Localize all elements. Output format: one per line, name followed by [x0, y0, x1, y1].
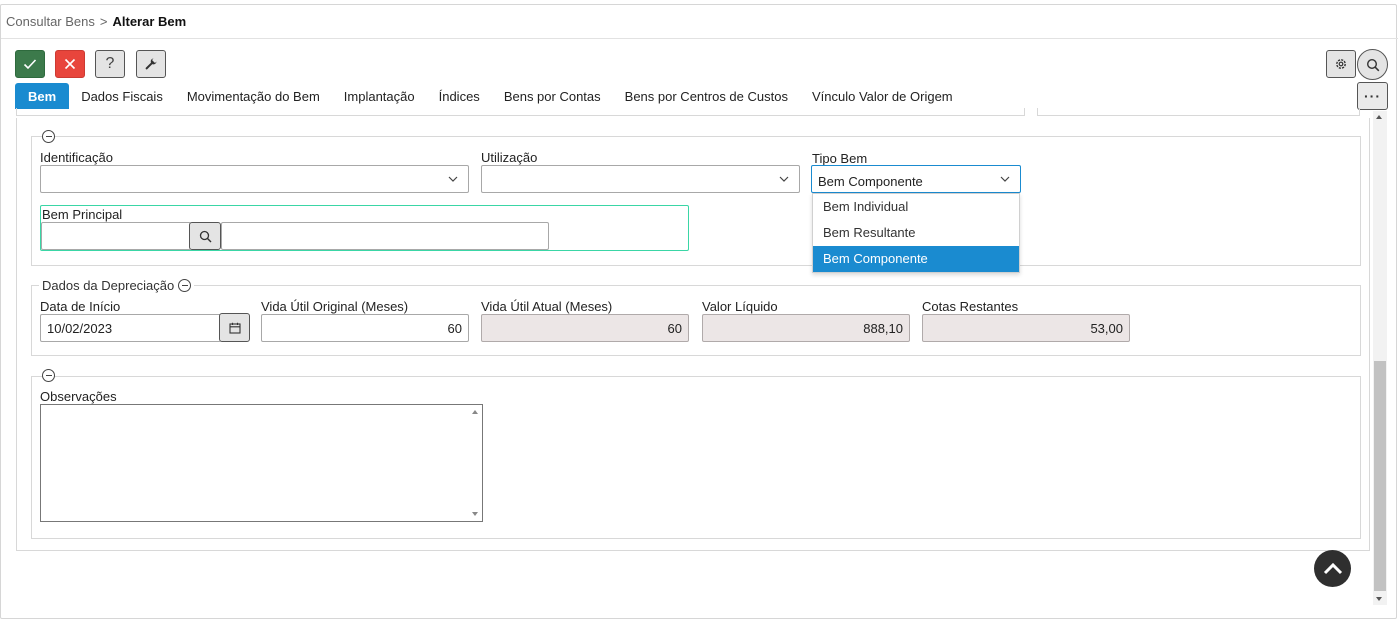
textarea-scrollbar[interactable] [468, 405, 482, 521]
collapse-icon[interactable] [178, 279, 192, 292]
tab-movimentacao-do-bem[interactable]: Movimentação do Bem [175, 83, 332, 109]
chevron-up-icon [1323, 562, 1342, 574]
vida-util-atual-field: 60 [481, 314, 689, 342]
cotas-restantes-value: 53,00 [1090, 321, 1123, 336]
breadcrumb-separator: > [99, 14, 108, 29]
observacoes-label: Observações [40, 389, 117, 404]
tab-bar: Bem Dados Fiscais Movimentação do Bem Im… [15, 83, 965, 109]
tab-bens-por-contas[interactable]: Bens por Contas [492, 83, 613, 109]
tab-bem[interactable]: Bem [15, 83, 70, 109]
scrollbar-thumb[interactable] [1374, 361, 1386, 591]
bem-principal-description-input[interactable] [221, 222, 549, 250]
tipo-bem-option-selected[interactable]: Bem Componente [813, 246, 1019, 272]
previous-section-edge [16, 108, 1025, 116]
more-tabs-button[interactable]: ··· [1357, 82, 1388, 110]
valor-liquido-field: 888,10 [702, 314, 910, 342]
more-label: ··· [1364, 88, 1381, 104]
scroll-up-icon[interactable] [472, 410, 478, 414]
header-divider [1, 38, 1398, 39]
tipo-bem-dropdown: Bem Individual Bem Resultante Bem Compon… [812, 193, 1020, 273]
vida-util-original-label: Vida Útil Original (Meses) [261, 299, 409, 314]
vida-util-atual-label: Vida Útil Atual (Meses) [481, 299, 613, 314]
data-inicio-value: 10/02/2023 [47, 321, 113, 336]
tab-indices[interactable]: Índices [427, 83, 492, 109]
scroll-up-icon[interactable] [1376, 115, 1382, 119]
tab-implantacao[interactable]: Implantação [332, 83, 427, 109]
valor-liquido-value: 888,10 [863, 321, 903, 336]
bem-principal-label: Bem Principal [42, 207, 123, 222]
chevron-down-icon [779, 176, 789, 182]
search-icon [1366, 58, 1379, 71]
page-scrollbar[interactable] [1373, 111, 1387, 605]
tab-bens-por-centros-de-custos[interactable]: Bens por Centros de Custos [613, 83, 800, 109]
tipo-bem-label: Tipo Bem [812, 151, 868, 166]
scroll-down-icon[interactable] [1376, 597, 1382, 601]
breadcrumb: Consultar Bens > Alterar Bem [6, 14, 186, 29]
tipo-bem-option[interactable]: Bem Individual [813, 194, 1019, 220]
breadcrumb-current: Alterar Bem [112, 14, 187, 29]
utilizacao-label: Utilização [481, 150, 538, 165]
help-button[interactable]: ? [95, 50, 125, 78]
gear-icon [1336, 59, 1346, 69]
confirm-button[interactable] [15, 50, 45, 78]
valor-liquido-label: Valor Líquido [702, 299, 778, 314]
tools-button[interactable] [136, 50, 166, 78]
collapse-icon[interactable] [42, 130, 55, 143]
help-label: ? [105, 55, 115, 72]
data-inicio-label: Data de Início [40, 299, 121, 314]
breadcrumb-parent[interactable]: Consultar Bens [6, 14, 95, 29]
depreciacao-legend: Dados da Depreciação [39, 278, 195, 293]
tab-dados-fiscais[interactable]: Dados Fiscais [69, 83, 175, 109]
collapse-icon[interactable] [42, 369, 55, 382]
vida-util-original-value: 60 [447, 321, 462, 336]
close-icon [64, 58, 76, 70]
vida-util-original-input[interactable]: 60 [261, 314, 469, 342]
calendar-icon [228, 322, 241, 334]
tab-vinculo-valor-de-origem[interactable]: Vínculo Valor de Origem [800, 83, 965, 109]
chevron-down-icon [1000, 176, 1010, 182]
cotas-restantes-field: 53,00 [922, 314, 1130, 342]
scroll-down-icon[interactable] [472, 512, 478, 516]
bem-principal-code-input[interactable] [41, 222, 191, 250]
data-inicio-input[interactable]: 10/02/2023 [40, 314, 221, 342]
identificacao-label: Identificação [40, 150, 113, 165]
global-search-button[interactable] [1357, 49, 1388, 80]
scroll-to-top-button[interactable] [1314, 550, 1351, 587]
cancel-button[interactable] [55, 50, 85, 78]
wrench-icon [145, 58, 157, 70]
check-icon [23, 59, 37, 70]
cotas-restantes-label: Cotas Restantes [922, 299, 1019, 314]
observacoes-textarea[interactable] [40, 404, 483, 522]
tipo-bem-select[interactable]: Bem Componente [811, 165, 1021, 193]
previous-section-edge-right [1037, 108, 1360, 116]
depreciacao-title: Dados da Depreciação [42, 278, 175, 293]
date-picker-button[interactable] [219, 313, 250, 342]
tipo-bem-option[interactable]: Bem Resultante [813, 220, 1019, 246]
settings-button[interactable] [1326, 50, 1356, 78]
identificacao-select[interactable] [40, 165, 469, 193]
vida-util-atual-value: 60 [667, 321, 682, 336]
chevron-down-icon [448, 176, 458, 182]
utilizacao-select[interactable] [481, 165, 800, 193]
tipo-bem-value: Bem Componente [818, 174, 923, 189]
bem-principal-search-button[interactable] [189, 222, 221, 250]
search-icon [199, 230, 211, 242]
